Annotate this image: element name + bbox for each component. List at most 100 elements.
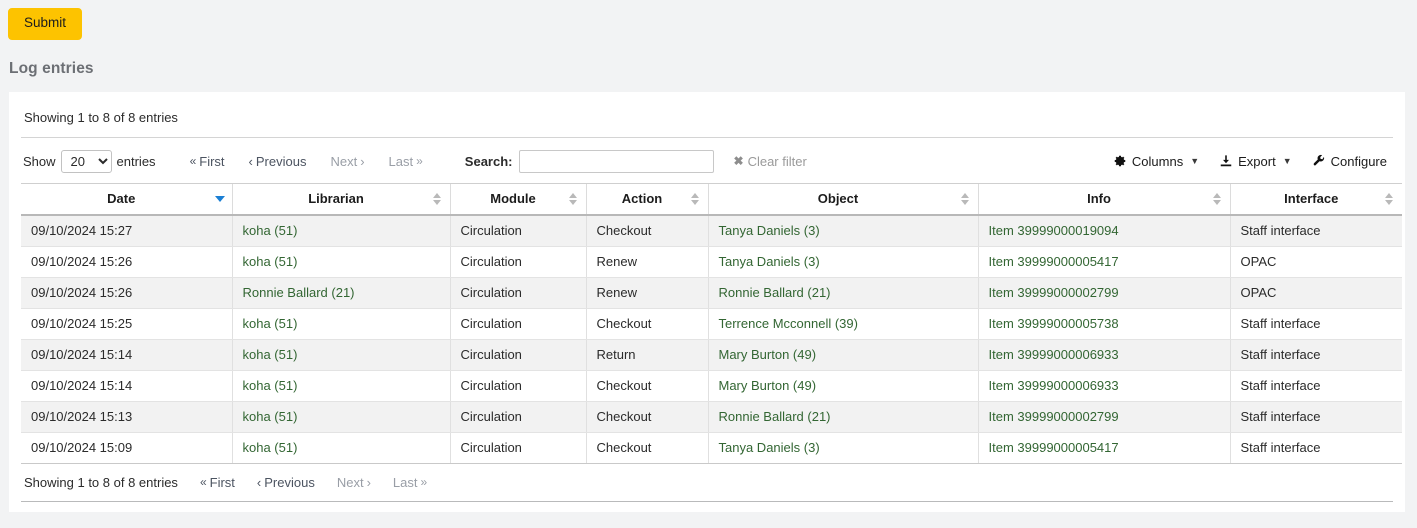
pagination-next[interactable]: Next› [337, 475, 371, 490]
chevron-down-icon: ▼ [1190, 156, 1199, 166]
table-row: 09/10/2024 15:14koha (51)CirculationRetu… [21, 339, 1402, 370]
cell-date: 09/10/2024 15:14 [21, 370, 232, 401]
cell-info: Item 39999000002799 [978, 277, 1230, 308]
object-link[interactable]: Mary Burton (49) [719, 347, 817, 362]
librarian-link[interactable]: koha (51) [243, 254, 298, 269]
pagination-first[interactable]: «First [190, 154, 225, 169]
angle-left-icon: ‹ [257, 476, 261, 489]
pagination-next-label: Next [330, 154, 357, 169]
object-link[interactable]: Ronnie Ballard (21) [719, 285, 831, 300]
cell-librarian: koha (51) [232, 401, 450, 432]
cell-librarian: koha (51) [232, 432, 450, 463]
cell-librarian: koha (51) [232, 339, 450, 370]
export-button[interactable]: Export ▼ [1219, 154, 1292, 169]
entries-label: entries [117, 154, 156, 169]
angle-double-left-icon: « [190, 155, 197, 167]
cell-librarian: koha (51) [232, 370, 450, 401]
info-link[interactable]: Item 39999000019094 [989, 223, 1119, 238]
wrench-icon [1312, 154, 1326, 168]
cell-object: Mary Burton (49) [708, 370, 978, 401]
object-link[interactable]: Terrence Mcconnell (39) [719, 316, 858, 331]
cell-info: Item 39999000002799 [978, 401, 1230, 432]
cell-module: Circulation [450, 432, 586, 463]
cell-module: Circulation [450, 277, 586, 308]
sort-both-icon [569, 192, 578, 206]
column-header-action[interactable]: Action [586, 183, 708, 215]
librarian-link[interactable]: koha (51) [243, 223, 298, 238]
datatable-toolbar: Show 102050100All entries «First ‹Previo… [21, 138, 1393, 183]
column-header-label: Info [1087, 191, 1111, 206]
column-header-label: Interface [1284, 191, 1338, 206]
times-icon: ✖ [734, 154, 744, 168]
object-link[interactable]: Mary Burton (49) [719, 378, 817, 393]
pagination-first-label: First [199, 154, 224, 169]
search-input[interactable] [519, 150, 714, 173]
column-header-module[interactable]: Module [450, 183, 586, 215]
info-link[interactable]: Item 39999000006933 [989, 347, 1119, 362]
info-link[interactable]: Item 39999000005417 [989, 254, 1119, 269]
pagination-next[interactable]: Next› [330, 154, 364, 169]
librarian-link[interactable]: Ronnie Ballard (21) [243, 285, 355, 300]
object-link[interactable]: Tanya Daniels (3) [719, 223, 820, 238]
angle-double-right-icon: » [416, 155, 423, 167]
cell-module: Circulation [450, 215, 586, 247]
object-link[interactable]: Ronnie Ballard (21) [719, 409, 831, 424]
info-link[interactable]: Item 39999000002799 [989, 409, 1119, 424]
info-link[interactable]: Item 39999000005738 [989, 316, 1119, 331]
divider-bottom [21, 501, 1393, 502]
datatable-actions: Columns ▼ Export ▼ [1113, 154, 1393, 169]
columns-button[interactable]: Columns ▼ [1113, 154, 1199, 169]
cell-interface: OPAC [1230, 277, 1402, 308]
gear-icon [1113, 154, 1127, 168]
configure-button[interactable]: Configure [1312, 154, 1387, 169]
angle-double-left-icon: « [200, 476, 207, 488]
page-length-select[interactable]: 102050100All [61, 150, 112, 173]
table-row: 09/10/2024 15:26Ronnie Ballard (21)Circu… [21, 277, 1402, 308]
librarian-link[interactable]: koha (51) [243, 347, 298, 362]
pagination-last[interactable]: Last» [389, 154, 423, 169]
librarian-link[interactable]: koha (51) [243, 316, 298, 331]
cell-module: Circulation [450, 339, 586, 370]
librarian-link[interactable]: koha (51) [243, 440, 298, 455]
submit-button[interactable]: Submit [8, 8, 82, 40]
chevron-down-icon: ▼ [1283, 156, 1292, 166]
column-header-info[interactable]: Info [978, 183, 1230, 215]
column-header-date[interactable]: Date [21, 183, 232, 215]
pagination-last-label: Last [389, 154, 414, 169]
cell-action: Checkout [586, 215, 708, 247]
column-header-librarian[interactable]: Librarian [232, 183, 450, 215]
info-link[interactable]: Item 39999000006933 [989, 378, 1119, 393]
cell-info: Item 39999000005738 [978, 308, 1230, 339]
cell-interface: Staff interface [1230, 401, 1402, 432]
log-entries-table: DateLibrarian Module ActionObject Info Inter… [21, 183, 1402, 464]
cell-action: Checkout [586, 432, 708, 463]
cell-info: Item 39999000005417 [978, 246, 1230, 277]
column-header-interface[interactable]: Interface [1230, 183, 1402, 215]
pagination-last[interactable]: Last» [393, 475, 427, 490]
table-row: 09/10/2024 15:14koha (51)CirculationChec… [21, 370, 1402, 401]
cell-object: Tanya Daniels (3) [708, 215, 978, 247]
column-header-object[interactable]: Object [708, 183, 978, 215]
pagination-previous[interactable]: ‹Previous [257, 475, 315, 490]
librarian-link[interactable]: koha (51) [243, 378, 298, 393]
object-link[interactable]: Tanya Daniels (3) [719, 440, 820, 455]
info-link[interactable]: Item 39999000002799 [989, 285, 1119, 300]
cell-librarian: koha (51) [232, 246, 450, 277]
librarian-link[interactable]: koha (51) [243, 409, 298, 424]
cell-object: Tanya Daniels (3) [708, 432, 978, 463]
info-link[interactable]: Item 39999000005417 [989, 440, 1119, 455]
cell-librarian: koha (51) [232, 308, 450, 339]
datatable-footer: Showing 1 to 8 of 8 entries «First ‹Prev… [21, 464, 1393, 501]
object-link[interactable]: Tanya Daniels (3) [719, 254, 820, 269]
showing-entries-bottom: Showing 1 to 8 of 8 entries [24, 475, 178, 490]
cell-action: Renew [586, 277, 708, 308]
cell-module: Circulation [450, 308, 586, 339]
pagination-previous[interactable]: ‹Previous [249, 154, 307, 169]
column-header-label: Module [490, 191, 536, 206]
sort-both-icon [961, 192, 970, 206]
clear-filter-button[interactable]: ✖ Clear filter [734, 154, 807, 169]
cell-action: Return [586, 339, 708, 370]
page-length-control: Show 102050100All entries [23, 150, 156, 173]
cell-interface: Staff interface [1230, 432, 1402, 463]
pagination-first[interactable]: «First [200, 475, 235, 490]
